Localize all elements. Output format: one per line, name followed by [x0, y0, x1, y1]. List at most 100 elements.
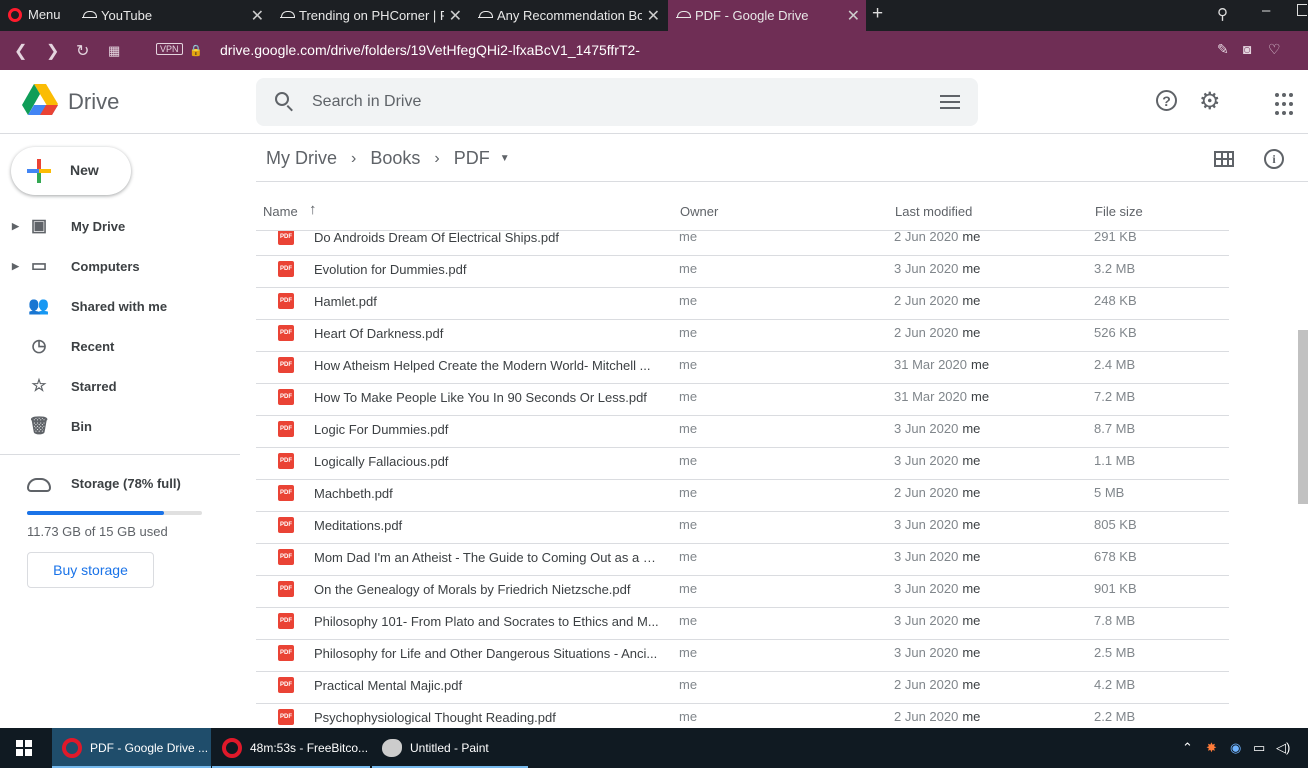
close-tab-icon[interactable]: ✕ — [251, 6, 264, 26]
url-field[interactable]: drive.google.com/drive/folders/19VetHfeg… — [220, 42, 640, 58]
scrollbar-thumb[interactable] — [1298, 330, 1308, 504]
file-size: 291 KB — [1094, 231, 1137, 244]
google-apps-icon[interactable] — [1275, 93, 1299, 117]
table-row[interactable]: PDF How Atheism Helped Create the Modern … — [256, 352, 1229, 384]
storage-label[interactable]: Storage (78% full) — [71, 476, 181, 491]
file-name: Do Androids Dream Of Electrical Ships.pd… — [314, 231, 559, 245]
help-icon[interactable]: ? — [1156, 90, 1177, 111]
speed-dial-icon[interactable]: ▦ — [108, 43, 120, 59]
grid-view-icon[interactable] — [1214, 151, 1234, 167]
sidebar-item-bin[interactable]: 🗑 Bin — [0, 410, 240, 442]
table-row[interactable]: PDF Hamlet.pdf me 2 Jun 2020 me 248 KB — [256, 288, 1229, 320]
table-row[interactable]: PDF Mom Dad I'm an Atheist - The Guide to… — [256, 544, 1229, 576]
info-icon[interactable]: i — [1264, 149, 1284, 169]
search-icon[interactable] — [275, 92, 289, 106]
table-row[interactable]: PDF Heart Of Darkness.pdf me 2 Jun 2020 me 52… — [256, 320, 1229, 352]
column-header-last-modified[interactable]: Last modified — [895, 204, 972, 219]
sidebar-item-recent[interactable]: ◷ Recent — [0, 330, 240, 362]
tab-search-icon[interactable]: ⚲ — [1217, 5, 1228, 23]
file-modified: 3 Jun 2020 me — [894, 581, 980, 596]
new-tab-icon[interactable]: + — [872, 3, 883, 25]
file-name: Philosophy for Life and Other Dangerous … — [314, 646, 658, 661]
file-size: 2.2 MB — [1094, 709, 1136, 724]
pdf-file-icon: PDF — [278, 357, 294, 373]
modified-date: 2 Jun 2020 — [894, 485, 959, 500]
tray-globe-icon[interactable]: ◉ — [1230, 740, 1241, 756]
back-icon[interactable]: ❮ — [14, 41, 27, 61]
minimize-icon[interactable]: ‒ — [1262, 2, 1270, 19]
table-row[interactable]: PDF Psychophysiological Thought Reading.p… — [256, 704, 1229, 728]
sidebar-item-my-drive[interactable]: ▶ ▣ My Drive — [0, 210, 240, 242]
browser-tab-youtube[interactable]: YouTube ✕ — [74, 0, 270, 31]
table-row[interactable]: PDF Machbeth.pdf me 2 Jun 2020 me 5 MB — [256, 480, 1229, 512]
search-box[interactable] — [256, 78, 978, 126]
taskbar-item-drive[interactable]: PDF - Google Drive ... — [52, 728, 211, 768]
sidebar-item-shared[interactable]: 👥 Shared with me — [0, 290, 240, 322]
computers-icon: ▭ — [30, 256, 48, 275]
close-tab-icon[interactable]: ✕ — [647, 6, 660, 26]
file-name: On the Genealogy of Morals by Friedrich … — [314, 582, 631, 597]
expand-arrow-icon[interactable]: ▶ — [12, 261, 19, 272]
table-row[interactable]: PDF Practical Mental Majic.pdf me 2 Jun 202… — [256, 672, 1229, 704]
tray-chevron-up-icon[interactable]: ⌃ — [1182, 740, 1193, 756]
browser-tab-phcorner[interactable]: Trending on PHCorner | Pin ✕ — [272, 0, 468, 31]
table-row[interactable]: PDF Meditations.pdf me 3 Jun 2020 me 805 KB — [256, 512, 1229, 544]
file-list: PDF Do Androids Dream Of Electrical Ships… — [256, 231, 1229, 728]
edit-icon[interactable]: ✎ — [1217, 41, 1229, 58]
maximize-icon[interactable] — [1297, 4, 1307, 16]
breadcrumb-my-drive[interactable]: My Drive — [266, 148, 337, 169]
browser-tab-drive[interactable]: PDF - Google Drive ✕ — [668, 0, 866, 31]
chevron-down-icon[interactable]: ▼ — [500, 153, 510, 164]
file-name: Logically Fallacious.pdf — [314, 454, 449, 469]
taskbar-item-paint[interactable]: Untitled - Paint — [372, 728, 528, 768]
file-modified: 2 Jun 2020 me — [894, 293, 980, 308]
shared-icon: 👥 — [28, 296, 50, 315]
volume-icon[interactable]: ◁) — [1276, 740, 1290, 756]
breadcrumb-pdf[interactable]: PDF — [454, 148, 490, 169]
vpn-badge[interactable]: VPN — [156, 43, 183, 55]
drive-logo-icon[interactable] — [22, 84, 58, 116]
sidebar-item-starred[interactable]: ☆ Starred — [0, 370, 240, 402]
opera-menu-button[interactable]: Menu — [8, 7, 61, 22]
reload-icon[interactable]: ↻ — [76, 41, 89, 61]
file-modified: 2 Jun 2020 me — [894, 231, 980, 244]
network-icon[interactable]: ▭ — [1253, 740, 1265, 756]
table-row[interactable]: PDF Logic For Dummies.pdf me 3 Jun 2020 me 8.… — [256, 416, 1229, 448]
settings-gear-icon[interactable]: ⚙ — [1199, 90, 1223, 114]
buy-storage-button[interactable]: Buy storage — [27, 552, 154, 588]
table-row[interactable]: PDF Philosophy for Life and Other Dangero… — [256, 640, 1229, 672]
close-tab-icon[interactable]: ✕ — [847, 6, 860, 26]
sort-arrow-up-icon[interactable]: ↑ — [309, 201, 317, 218]
column-header-file-size[interactable]: File size — [1095, 204, 1143, 219]
table-row[interactable]: PDF Logically Fallacious.pdf me 3 Jun 2020 m… — [256, 448, 1229, 480]
table-row[interactable]: PDF Evolution for Dummies.pdf me 3 Jun 2020… — [256, 256, 1229, 288]
product-name[interactable]: Drive — [68, 89, 119, 115]
search-options-icon[interactable] — [940, 93, 960, 111]
table-row[interactable]: PDF How To Make People Like You In 90 Sec… — [256, 384, 1229, 416]
heart-icon[interactable]: ♡ — [1268, 41, 1281, 58]
close-tab-icon[interactable]: ✕ — [449, 6, 462, 26]
table-row[interactable]: PDF Philosophy 101- From Plato and Socrat… — [256, 608, 1229, 640]
windows-start-icon[interactable] — [16, 740, 32, 756]
search-input[interactable] — [312, 90, 912, 114]
column-header-name[interactable]: Name — [263, 204, 298, 219]
trash-icon: 🗑 — [28, 416, 50, 435]
taskbar-item-freebitco[interactable]: 48m:53s - FreeBitco... — [212, 728, 370, 768]
tray-app-icon[interactable]: ✸ — [1206, 740, 1217, 756]
modified-by: me — [971, 389, 990, 404]
new-button[interactable]: New — [11, 147, 131, 195]
sidebar-item-computers[interactable]: ▶ ▭ Computers — [0, 250, 240, 282]
breadcrumb-books[interactable]: Books — [370, 148, 420, 169]
modified-date: 3 Jun 2020 — [894, 261, 959, 276]
file-size: 1.1 MB — [1094, 453, 1136, 468]
file-size: 2.5 MB — [1094, 645, 1136, 660]
expand-arrow-icon[interactable]: ▶ — [12, 221, 19, 232]
file-owner: me — [679, 325, 698, 340]
file-name: Practical Mental Majic.pdf — [314, 678, 463, 693]
table-row[interactable]: PDF Do Androids Dream Of Electrical Ships… — [256, 231, 1229, 256]
modified-by: me — [962, 325, 981, 340]
browser-tab-recommendation[interactable]: Any Recommendation Book ✕ — [470, 0, 666, 31]
table-row[interactable]: PDF On the Genealogy of Morals by Friedri… — [256, 576, 1229, 608]
forward-icon[interactable]: ❯ — [46, 41, 59, 61]
snapshot-icon[interactable]: ◙ — [1243, 41, 1251, 57]
